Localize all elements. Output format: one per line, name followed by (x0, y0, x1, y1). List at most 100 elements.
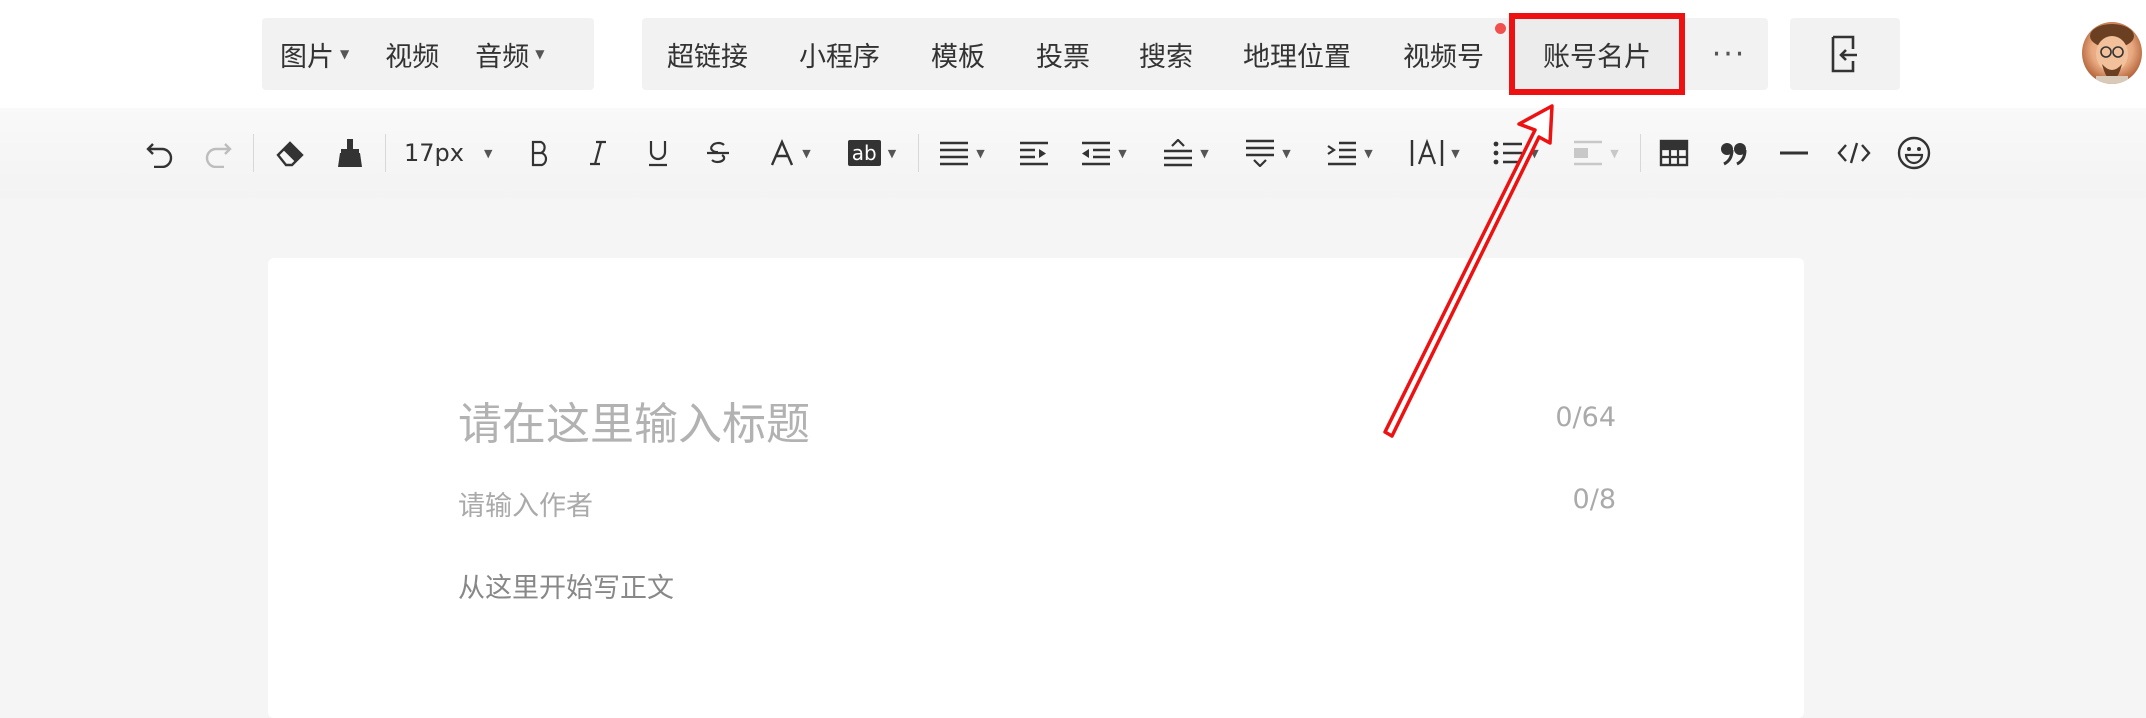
account-card-label: 账号名片 (1543, 41, 1651, 73)
clear-format-button[interactable] (270, 126, 310, 180)
video-button[interactable]: 视频 (367, 18, 457, 90)
chevron-down-icon: ▼ (976, 146, 985, 160)
format-painter-button[interactable] (330, 126, 370, 180)
account-card-highlight[interactable]: 账号名片 (1509, 13, 1685, 95)
format-painter-icon (338, 139, 362, 167)
search-label: 搜索 (1139, 41, 1193, 73)
image-align-icon (1574, 140, 1603, 166)
eraser-icon (276, 141, 304, 167)
quote-button[interactable] (1714, 126, 1754, 180)
table-button[interactable] (1654, 126, 1694, 180)
strikethrough-icon (707, 141, 729, 164)
align-button[interactable]: ▼ (934, 126, 990, 180)
chevron-down-icon: ▼ (535, 47, 545, 61)
title-char-count: 0/64 (1555, 402, 1616, 433)
indent-icon (1020, 141, 1048, 166)
list-button[interactable]: ▼ (1486, 126, 1546, 180)
strikethrough-button[interactable] (700, 126, 736, 180)
body-editor[interactable]: 从这里开始写正文 (458, 566, 674, 605)
bold-icon (531, 140, 548, 167)
audio-dropdown-button[interactable]: 音频 ▼ (457, 18, 562, 90)
vote-button[interactable]: 投票 (1036, 18, 1090, 90)
indent-button[interactable] (1014, 126, 1054, 180)
exit-icon (1831, 35, 1857, 73)
hyperlink-label: 超链接 (667, 41, 748, 73)
table-icon (1659, 139, 1689, 167)
font-color-button[interactable]: ▼ (760, 126, 820, 180)
location-button[interactable]: 地理位置 (1243, 18, 1351, 90)
undo-button[interactable] (140, 126, 180, 180)
toolbar-divider (918, 134, 919, 172)
editor-card: 请在这里输入标题 0/64 请输入作者 0/8 从这里开始写正文 (268, 258, 1804, 718)
font-color-icon (771, 139, 794, 166)
divider-button[interactable] (1774, 126, 1814, 180)
line-height-icon (1164, 139, 1193, 167)
text-indent-button[interactable]: ▼ (1320, 126, 1380, 180)
paragraph-spacing-button[interactable]: ▼ (1238, 126, 1298, 180)
chevron-down-icon: ▼ (1200, 146, 1209, 160)
notification-dot (1495, 23, 1506, 34)
location-label: 地理位置 (1243, 41, 1351, 73)
format-toolbar: 17px ▼ ▼ ab ▼ ▼ ▼ ▼ ▼ ▼ ▼ ▼ ▼ (0, 108, 2146, 198)
letter-spacing-icon (1411, 138, 1444, 166)
underline-icon (649, 141, 667, 167)
user-avatar[interactable] (2082, 22, 2142, 84)
outdent-icon (1082, 141, 1111, 166)
background-color-icon: ab (847, 140, 881, 166)
list-icon (1493, 141, 1523, 165)
underline-button[interactable] (640, 126, 676, 180)
paragraph-spacing-icon (1246, 139, 1275, 167)
channels-label: 视频号 (1403, 41, 1484, 73)
chevron-down-icon: ▼ (340, 47, 350, 61)
chevron-down-icon: ▼ (887, 146, 897, 160)
bold-button[interactable] (522, 126, 558, 180)
chevron-down-icon: ▼ (1118, 146, 1127, 160)
outdent-button[interactable]: ▼ (1074, 126, 1134, 180)
hyperlink-button[interactable]: 超链接 (667, 18, 748, 90)
mini-program-button[interactable]: 小程序 (799, 18, 880, 90)
chevron-down-icon: ▼ (802, 146, 811, 160)
toolbar-divider (253, 134, 254, 172)
title-input[interactable]: 请在这里输入标题 (458, 388, 810, 452)
exit-editor-button[interactable] (1790, 18, 1900, 90)
more-button[interactable]: ··· (1690, 18, 1768, 90)
media-group: 图片 ▼ 视频 音频 ▼ (262, 18, 594, 90)
background-color-button[interactable]: ab ▼ (842, 126, 902, 180)
template-label: 模板 (931, 41, 985, 73)
audio-label: 音频 (475, 41, 530, 73)
line-height-button[interactable]: ▼ (1156, 126, 1216, 180)
channels-button[interactable]: 视频号 (1403, 18, 1484, 90)
italic-icon (590, 140, 606, 166)
image-dropdown-button[interactable]: 图片 ▼ (262, 18, 367, 90)
image-align-button[interactable]: ▼ (1566, 126, 1626, 180)
font-size-select[interactable]: 17px ▼ (404, 126, 494, 180)
chevron-down-icon: ▼ (483, 146, 493, 160)
mini-program-label: 小程序 (799, 41, 880, 73)
font-size-value: 17px (404, 139, 464, 167)
emoji-button[interactable] (1894, 126, 1934, 180)
video-label: 视频 (385, 41, 440, 73)
redo-icon (205, 143, 232, 168)
account-card-button[interactable]: 账号名片 (1543, 18, 1651, 90)
text-indent-icon (1327, 141, 1357, 166)
chevron-down-icon: ▼ (1530, 146, 1539, 160)
undo-icon (146, 143, 173, 168)
author-char-count: 0/8 (1572, 484, 1616, 515)
insert-toolbar: 图片 ▼ 视频 音频 ▼ 超链接 小程序 模板 投票 搜索 地理位置 视频号 账… (0, 0, 2146, 108)
redo-button[interactable] (198, 126, 238, 180)
search-button[interactable]: 搜索 (1139, 18, 1193, 90)
chevron-down-icon: ▼ (1451, 146, 1460, 160)
more-icon: ··· (1711, 36, 1747, 72)
vote-label: 投票 (1036, 41, 1090, 73)
letter-spacing-button[interactable]: ▼ (1402, 126, 1468, 180)
template-button[interactable]: 模板 (931, 18, 985, 90)
toolbar-divider (385, 134, 386, 172)
code-icon (1837, 142, 1871, 164)
author-input[interactable]: 请输入作者 (458, 484, 593, 523)
italic-button[interactable] (580, 126, 616, 180)
image-label: 图片 (280, 41, 334, 73)
divider-icon (1780, 151, 1808, 155)
emoji-icon (1897, 136, 1931, 170)
code-button[interactable] (1834, 126, 1874, 180)
align-icon (940, 141, 969, 166)
